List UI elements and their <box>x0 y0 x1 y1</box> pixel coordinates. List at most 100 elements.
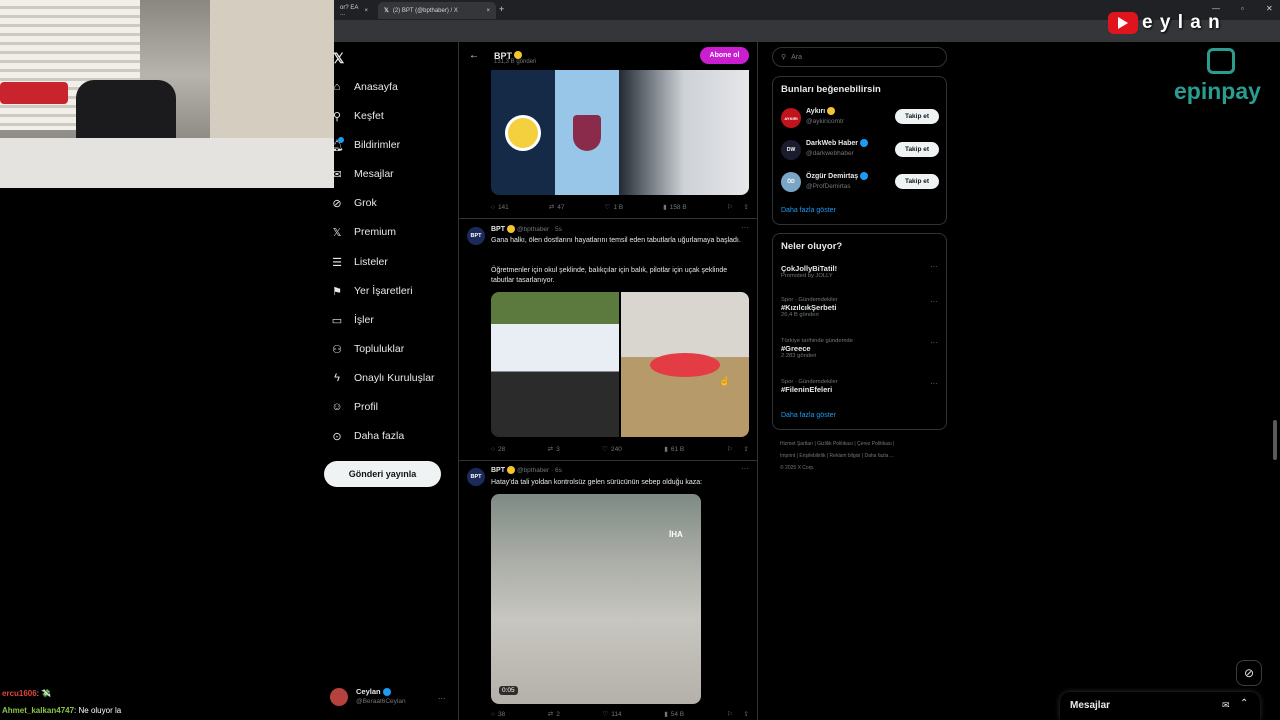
avatar[interactable]: AYKIRI <box>781 108 801 128</box>
nav-item-grok[interactable]: ⊘ Grok <box>330 191 450 215</box>
tweet-video[interactable]: İHA 0:05 <box>491 494 701 704</box>
trend-more-icon[interactable]: ··· <box>930 297 938 306</box>
close-window-icon[interactable]: ✕ <box>1266 4 1273 13</box>
avatar[interactable]: BPT <box>467 227 485 245</box>
bookmark-button[interactable]: ⚐ ⇪ <box>727 710 749 718</box>
like-button[interactable]: ♡ 1 B <box>605 203 624 212</box>
nav-item-notifications[interactable]: 🔔︎ Bildirimler <box>330 133 450 157</box>
trend-item[interactable]: Türkiye tarihinde gündemde #Greece 2.283… <box>781 338 941 359</box>
browser-tab-active[interactable]: 𝕏 (2) BPT (@bpthaber) / X × <box>378 2 496 19</box>
grok-icon: ⊘ <box>1243 666 1255 680</box>
trend-name: #KızılcıkŞerbeti <box>781 303 837 312</box>
microphone <box>0 82 68 104</box>
trend-item[interactable]: Spor · Gündemdekiler #FileninEfeleri <box>781 379 941 394</box>
repost-button[interactable]: ⇄ 47 <box>549 203 565 212</box>
avatar[interactable] <box>330 688 348 706</box>
nav-item-more[interactable]: ⊙ Daha fazla <box>330 424 450 448</box>
nav-item-verified-orgs[interactable]: ϟ Onaylı Kuruluşlar <box>330 366 454 390</box>
back-arrow-icon[interactable]: ← <box>469 50 479 61</box>
trend-item[interactable]: ÇokJollyBiTatil! Promoted by JOLLY <box>781 264 941 279</box>
footer-line[interactable]: Imprint | Erişilebilirlik | Reklam bilgi… <box>780 450 945 462</box>
close-icon[interactable]: × <box>364 8 368 14</box>
post-button[interactable]: Gönderi yayınla <box>324 461 441 487</box>
scrollbar-thumb[interactable] <box>1273 420 1277 460</box>
repost-button[interactable]: ⇄ 3 <box>548 445 560 454</box>
expand-icon[interactable]: ⌃ <box>1240 698 1248 709</box>
share-icon[interactable]: ⇪ <box>744 203 749 211</box>
tweet-author: BPT @bpthaber · 5s <box>491 225 562 233</box>
footer-links[interactable]: Hizmet Şartları | Gizlilik Politikası | … <box>780 438 945 474</box>
suggested-user-name[interactable]: Aykırı <box>806 107 836 115</box>
nav-item-premium[interactable]: 𝕏 Premium <box>330 220 450 244</box>
verified-badge-icon <box>827 107 836 115</box>
nav-item-home[interactable]: ⌂ Anasayfa <box>330 75 450 99</box>
school-coffin-photo <box>491 292 619 437</box>
tweet-more-icon[interactable]: ··· <box>741 464 749 473</box>
tweet-media[interactable] <box>491 292 749 437</box>
tweet-actions: ○ 141 ⇄ 47 ♡ 1 B ▮ 158 B ⚐ ⇪ <box>491 203 749 212</box>
suggested-user-name[interactable]: Özgür Demirtaş <box>806 172 869 180</box>
views-button[interactable]: ▮ 61 B <box>664 445 684 454</box>
reply-button[interactable]: ○ 28 <box>491 445 505 453</box>
share-icon[interactable]: ⇪ <box>744 710 749 718</box>
suggested-user-handle: @ProfDemirtas <box>806 183 851 190</box>
nav-item-messages[interactable]: ✉ Mesajlar <box>330 162 450 186</box>
reply-button[interactable]: ○ 141 <box>491 203 509 211</box>
nav-item-bookmarks[interactable]: ⚑ Yer İşaretleri <box>330 279 450 303</box>
nav-item-profile[interactable]: ☺ Profil <box>330 395 450 419</box>
tweet-image[interactable] <box>491 70 749 195</box>
messages-drawer[interactable]: Mesajlar ✉ ⌃ <box>1060 692 1260 720</box>
views-button[interactable]: ▮ 158 B <box>663 203 687 212</box>
profile-header: ← BPT 131,3 B gönderi Abone ol <box>459 42 757 70</box>
x-logo-icon[interactable]: 𝕏 <box>333 50 344 67</box>
chat-text: : 💸 <box>36 689 52 698</box>
maximize-icon[interactable]: ▫ <box>1241 4 1244 13</box>
view-count: 158 B <box>669 203 687 211</box>
trend-more-icon[interactable]: ··· <box>930 379 938 388</box>
avatar[interactable]: DW <box>781 140 801 160</box>
follow-button[interactable]: Takip et <box>895 174 939 189</box>
nav-item-lists[interactable]: ☰ Listeler <box>330 250 450 274</box>
nav-label: Mesajlar <box>354 168 394 180</box>
nav-item-communities[interactable]: ⚇ Topluluklar <box>330 337 450 361</box>
footer-line[interactable]: Hizmet Şartları | Gizlilik Politikası | … <box>780 438 945 450</box>
nav-label: Keşfet <box>354 110 384 122</box>
suggested-user-name[interactable]: DarkWeb Haber <box>806 139 869 147</box>
views-button[interactable]: ▮ 54 B <box>664 710 684 719</box>
trend-item[interactable]: Spor · Gündemdekiler #KızılcıkŞerbeti 26… <box>781 297 941 318</box>
follow-button[interactable]: Takip et <box>895 109 939 124</box>
show-more-link[interactable]: Daha fazla göster <box>781 412 836 419</box>
avatar[interactable]: ÖD <box>781 172 801 192</box>
trend-more-icon[interactable]: ··· <box>930 262 938 271</box>
youtube-logo-icon <box>1108 12 1138 34</box>
heart-icon: ♡ <box>602 446 608 453</box>
nav-label: Anasayfa <box>354 81 398 93</box>
nav-item-explore[interactable]: ⚲ Keşfet <box>330 104 450 128</box>
show-more-link[interactable]: Daha fazla göster <box>781 207 836 214</box>
search-bar[interactable]: ⚲ <box>772 47 947 67</box>
home-icon: ⌂ <box>333 81 341 93</box>
reply-button[interactable]: ○ 38 <box>491 710 505 718</box>
bookmark-button[interactable]: ⚐ ⇪ <box>727 203 749 211</box>
chat-message: Ahmet_kalkan4747: Ne oluyor la <box>2 706 121 715</box>
bed <box>0 138 334 188</box>
new-message-icon[interactable]: ✉ <box>1222 700 1230 711</box>
new-tab-button[interactable]: + <box>499 4 504 14</box>
account-more-button[interactable]: ... <box>438 691 446 701</box>
subscribe-button[interactable]: Abone ol <box>700 47 749 64</box>
follow-button[interactable]: Takip et <box>895 142 939 157</box>
trend-more-icon[interactable]: ··· <box>930 338 938 347</box>
tweet-more-icon[interactable]: ··· <box>741 223 749 232</box>
browser-tab[interactable]: or? EA ... × <box>334 2 374 19</box>
like-button[interactable]: ♡ 240 <box>602 445 622 454</box>
fish-coffin-photo <box>621 292 749 437</box>
repost-button[interactable]: ⇄ 2 <box>548 710 560 719</box>
share-icon[interactable]: ⇪ <box>744 445 749 453</box>
search-input[interactable] <box>791 53 932 61</box>
like-button[interactable]: ♡ 114 <box>602 710 621 719</box>
bookmark-button[interactable]: ⚐ ⇪ <box>727 445 749 453</box>
grok-button[interactable]: ⊘ <box>1236 660 1262 686</box>
avatar[interactable]: BPT <box>467 468 485 486</box>
close-icon[interactable]: × <box>486 8 490 14</box>
nav-item-jobs[interactable]: ▭ İşler <box>330 308 450 332</box>
